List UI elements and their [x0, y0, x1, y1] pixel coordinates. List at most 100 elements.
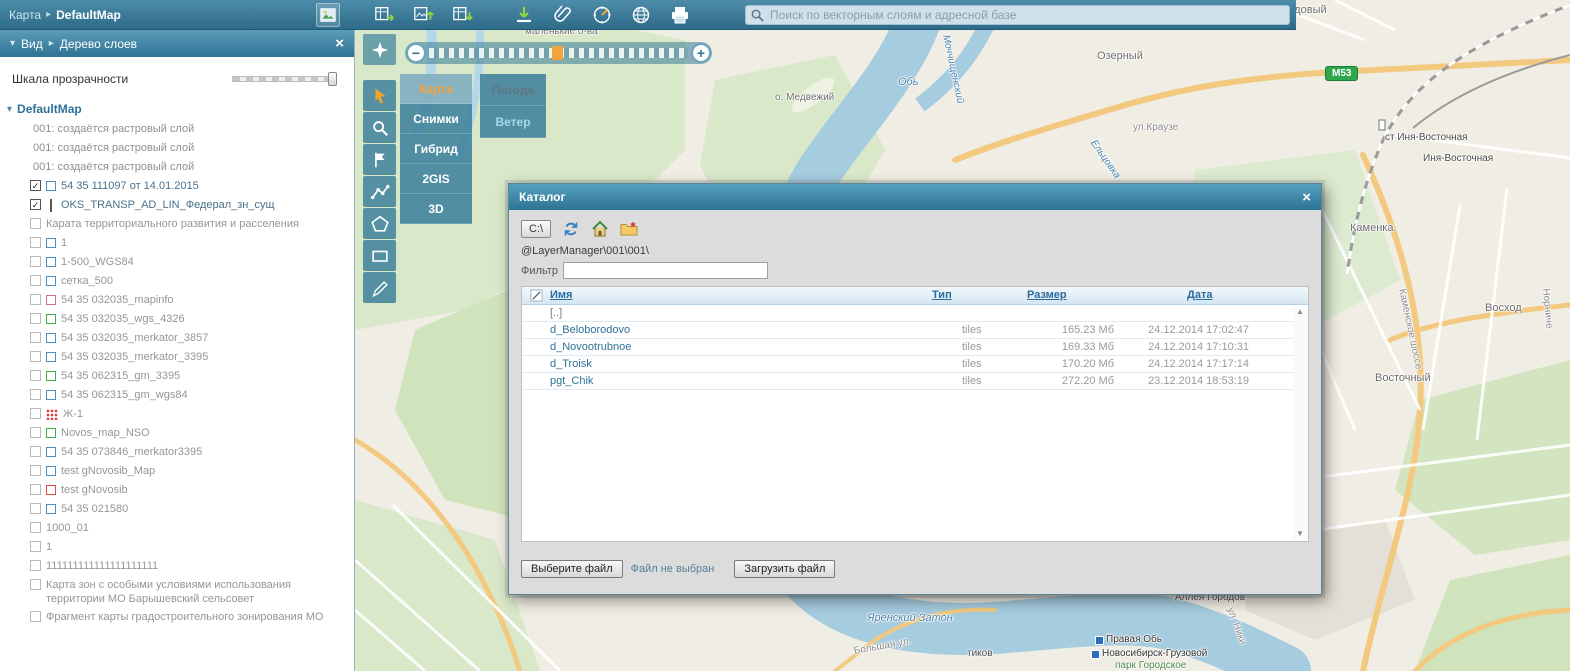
column-type[interactable]: Тип — [932, 289, 952, 301]
layer-item[interactable]: Карата территориального развития и рассе… — [0, 215, 354, 234]
home-button[interactable] — [591, 220, 609, 238]
file-row[interactable]: d_Beloborodovotiles165.23 Мб24.12.2014 1… — [522, 322, 1308, 339]
chevron-down-icon[interactable]: ▾ — [10, 38, 15, 49]
layer-item[interactable]: 54 35 032035_merkator_3395 — [0, 348, 354, 367]
layer-checkbox[interactable] — [30, 560, 41, 571]
layer-item[interactable]: 1 — [0, 538, 354, 557]
layer-checkbox[interactable] — [30, 446, 41, 457]
layer-checkbox[interactable] — [30, 332, 41, 343]
layer-checkbox[interactable] — [30, 541, 41, 552]
new-folder-button[interactable] — [620, 220, 638, 238]
column-name[interactable]: Имя — [550, 289, 572, 301]
transparency-slider[interactable] — [232, 73, 337, 85]
flag-tool[interactable] — [363, 144, 396, 175]
layer-checkbox[interactable] — [30, 465, 41, 476]
tree-root[interactable]: ▾ DefaultMap — [0, 99, 354, 120]
layer-item[interactable]: 111111111111111111111 — [0, 557, 354, 576]
cursor-tool[interactable] — [363, 80, 396, 111]
overlay-tab-Погода[interactable]: Погода — [480, 74, 546, 106]
layer-item[interactable]: Карта зон с особыми условиями использова… — [0, 576, 354, 608]
layer-checkbox[interactable] — [30, 294, 41, 305]
layer-item[interactable]: test gNovosib — [0, 481, 354, 500]
import-table-button[interactable] — [450, 3, 476, 27]
layer-checkbox[interactable] — [30, 427, 41, 438]
scroll-down-icon[interactable]: ▼ — [1293, 528, 1307, 540]
dialog-titlebar[interactable]: Каталог × — [509, 184, 1321, 210]
rectangle-tool[interactable] — [363, 240, 396, 271]
layer-item[interactable]: 54 35 032035_mapinfo — [0, 291, 354, 310]
layer-checkbox[interactable] — [30, 484, 41, 495]
zoom-out-button[interactable]: − — [406, 43, 426, 63]
layer-item[interactable]: 1000_01 — [0, 519, 354, 538]
layer-checkbox[interactable] — [30, 370, 41, 381]
file-row[interactable]: d_Novootrubnoetiles169.33 Мб24.12.2014 1… — [522, 339, 1308, 356]
print-button[interactable] — [667, 3, 693, 27]
measure-tool[interactable] — [363, 176, 396, 207]
layer-item[interactable]: ✓54 35 111097 от 14.01.2015 — [0, 177, 354, 196]
layer-checkbox[interactable]: ✓ — [30, 199, 41, 210]
layer-checkbox[interactable] — [30, 275, 41, 286]
polygon-tool[interactable] — [363, 208, 396, 239]
layer-item[interactable]: Ж-1 — [0, 405, 354, 424]
export-table-button[interactable] — [372, 3, 398, 27]
layer-item[interactable]: сетка_500 — [0, 272, 354, 291]
layer-checkbox[interactable]: ✓ — [30, 180, 41, 191]
screenshot-button[interactable] — [316, 3, 340, 27]
layer-tab-3D[interactable]: 3D — [400, 194, 472, 224]
attach-button[interactable] — [550, 3, 576, 27]
slider-handle[interactable] — [328, 72, 337, 86]
view-menu[interactable]: Вид — [21, 37, 43, 51]
zoom-slider[interactable]: − + — [405, 42, 712, 64]
column-date[interactable]: Дата — [1187, 289, 1212, 301]
magnifier-tool[interactable] — [363, 112, 396, 143]
layer-item[interactable]: 001: создаётся растровый слой — [0, 120, 354, 139]
layer-item[interactable]: 001: создаётся растровый слой — [0, 139, 354, 158]
filter-input[interactable] — [563, 262, 768, 279]
zoom-in-button[interactable]: + — [691, 43, 711, 63]
choose-file-button[interactable]: Выберите файл — [521, 560, 623, 578]
dialog-close-icon[interactable]: × — [1302, 190, 1311, 205]
upload-file-button[interactable]: Загрузить файл — [734, 560, 835, 578]
globe-button[interactable] — [628, 3, 654, 27]
layer-checkbox[interactable] — [30, 218, 41, 229]
file-row[interactable]: pgt_Chiktiles272.20 Мб23.12.2014 18:53:1… — [522, 373, 1308, 390]
layer-item[interactable]: test gNovosib_Map — [0, 462, 354, 481]
download-button[interactable] — [511, 3, 537, 27]
map-canvas[interactable]: маленькие о-ваСадовыйОзерныйМ53Моччищенс… — [355, 0, 1570, 671]
file-row[interactable]: [..] — [522, 305, 1308, 322]
layer-checkbox[interactable] — [30, 503, 41, 514]
layer-item[interactable]: 54 35 032035_wgs_4326 — [0, 310, 354, 329]
layer-item[interactable]: 54 35 062315_gm_3395 — [0, 367, 354, 386]
slider-track[interactable] — [232, 76, 329, 82]
layer-checkbox[interactable] — [30, 408, 41, 419]
layer-tab-2GIS[interactable]: 2GIS — [400, 164, 472, 194]
layer-tab-Гибрид[interactable]: Гибрид — [400, 134, 472, 164]
layer-item[interactable]: ✓OKS_TRANSP_AD_LIN_Федерал_зн_сущ — [0, 196, 354, 215]
export-image-button[interactable] — [411, 3, 437, 27]
north-arrow-tool[interactable] — [363, 34, 396, 65]
layer-item[interactable]: 54 35 032035_merkator_3857 — [0, 329, 354, 348]
protractor-button[interactable] — [589, 3, 615, 27]
layer-checkbox[interactable] — [30, 579, 41, 590]
overlay-tab-Ветер[interactable]: Ветер — [480, 106, 546, 138]
layer-checkbox[interactable] — [30, 389, 41, 400]
search-input[interactable] — [770, 6, 1285, 24]
layer-checkbox[interactable] — [30, 256, 41, 267]
breadcrumb-map[interactable]: Карта — [9, 8, 41, 22]
layer-checkbox[interactable] — [30, 611, 41, 622]
layer-item[interactable]: 001: создаётся растровый слой — [0, 158, 354, 177]
table-scrollbar[interactable]: ▲ ▼ — [1293, 306, 1307, 540]
refresh-button[interactable] — [562, 220, 580, 238]
layer-item[interactable]: 1-500_WGS84 — [0, 253, 354, 272]
layer-checkbox[interactable] — [30, 522, 41, 533]
layer-item[interactable]: 54 35 062315_gm_wgs84 — [0, 386, 354, 405]
layer-item[interactable]: 1 — [0, 234, 354, 253]
layer-tab-Снимки[interactable]: Снимки — [400, 104, 472, 134]
panel-close-icon[interactable]: × — [335, 36, 344, 51]
layer-item[interactable]: 54 35 073846_merkator3395 — [0, 443, 354, 462]
layer-tab-Карта[interactable]: Карта — [400, 74, 472, 104]
scroll-up-icon[interactable]: ▲ — [1293, 306, 1307, 318]
zoom-handle[interactable] — [552, 46, 563, 60]
layer-item[interactable]: 54 35 021580 — [0, 500, 354, 519]
layer-item[interactable]: Фрагмент карты градостроительного зониро… — [0, 608, 354, 627]
